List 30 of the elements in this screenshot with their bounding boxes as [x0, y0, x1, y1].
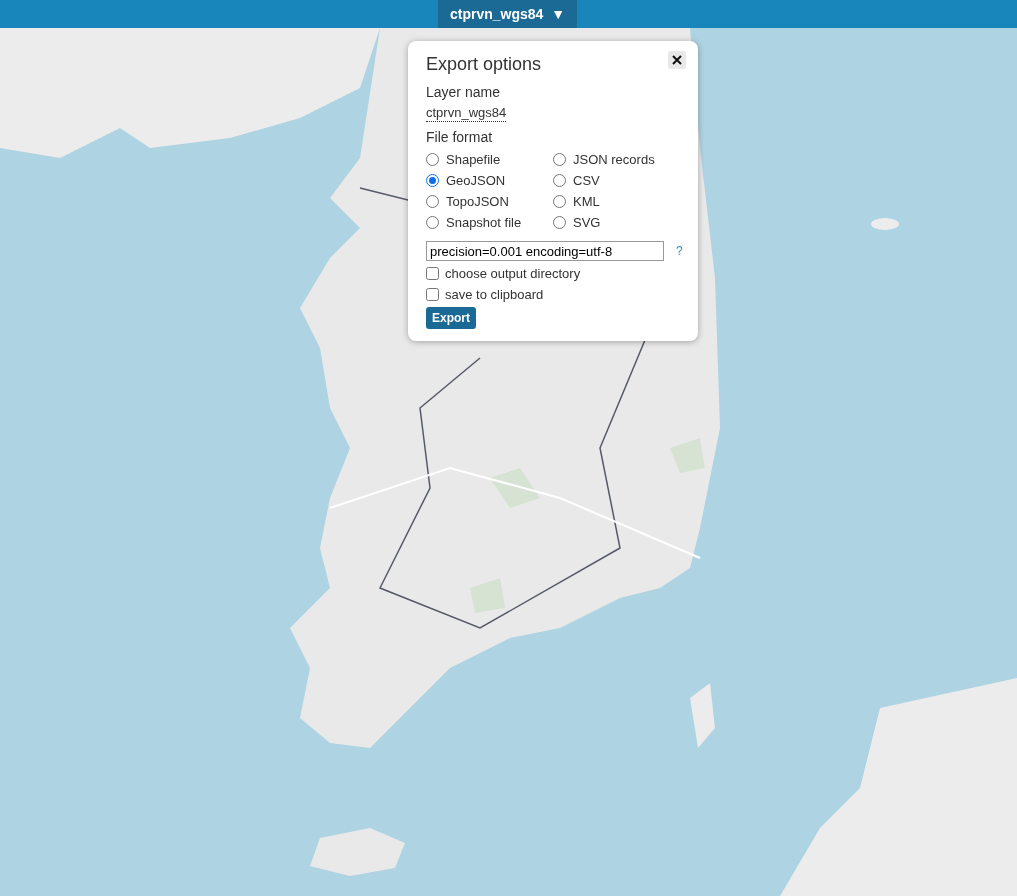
format-radio[interactable]: [426, 215, 439, 229]
option-checkbox[interactable]: [426, 287, 439, 301]
help-link[interactable]: ?: [676, 244, 683, 258]
format-radio[interactable]: [553, 215, 566, 229]
format-radio[interactable]: [553, 194, 566, 208]
format-label: JSON records: [573, 151, 655, 167]
dialog-title: Export options: [426, 54, 542, 75]
format-label: TopoJSON: [446, 193, 509, 209]
close-button[interactable]: [668, 51, 686, 69]
format-radio[interactable]: [426, 173, 439, 187]
layer-menu-button[interactable]: ctprvn_wgs84 ▼: [438, 0, 577, 28]
format-label: Snapshot file: [446, 214, 522, 230]
format-radio[interactable]: [426, 152, 439, 166]
format-radio[interactable]: [553, 152, 566, 166]
format-radio[interactable]: [553, 173, 566, 187]
format-label: KML: [573, 193, 600, 209]
options-field[interactable]: precision=0.001 encoding=utf-8: [426, 241, 664, 261]
format-label: GeoJSON: [446, 172, 506, 188]
checkbox-label: save to clipboard: [445, 286, 544, 302]
section-label: Layer name: [426, 84, 501, 100]
format-label: Shapefile: [446, 151, 501, 167]
format-label: SVG: [573, 214, 601, 230]
option-checkbox[interactable]: [426, 266, 439, 280]
layer-name-field[interactable]: ctprvn_wgs84: [426, 105, 507, 122]
format-radio[interactable]: [426, 194, 439, 208]
close-icon: [672, 55, 682, 65]
checkbox-label: choose output directory: [445, 265, 581, 281]
section-label: File format: [426, 129, 494, 145]
format-label: CSV: [573, 172, 600, 188]
export-button[interactable]: Export: [426, 307, 476, 329]
